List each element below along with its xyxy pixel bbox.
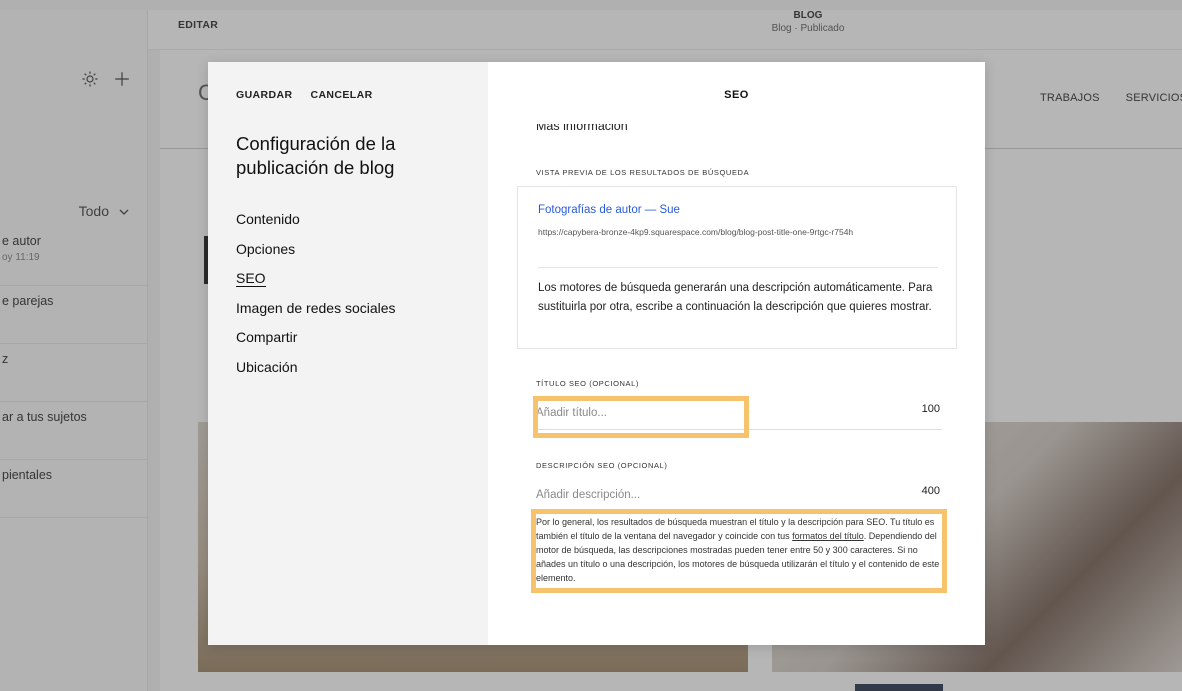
cancel-button[interactable]: CANCELAR	[310, 89, 372, 101]
title-formats-link[interactable]: formatos del título	[792, 531, 864, 541]
preview-label: VISTA PREVIA DE LOS RESULTADOS DE BÚSQUE…	[536, 168, 750, 177]
seo-description-label: DESCRIPCIÓN SEO (OPCIONAL)	[536, 461, 668, 470]
panel-title: SEO	[724, 89, 749, 101]
nav-item-imagen-redes-sociales[interactable]: Imagen de redes sociales	[236, 298, 396, 328]
seo-description-input[interactable]	[536, 489, 942, 501]
preview-description: Los motores de búsqueda generarán una de…	[538, 282, 933, 313]
modal-actions: GUARDAR CANCELAR	[236, 89, 373, 101]
seo-title-input[interactable]	[536, 407, 942, 419]
preview-url: https://capybera-bronze-4kp9.squarespace…	[538, 227, 854, 237]
seo-help-text: Por lo general, los resultados de búsque…	[536, 515, 946, 583]
nav-item-contenido[interactable]: Contenido	[236, 209, 396, 239]
char-counter: 100	[921, 403, 940, 415]
nav-item-label: SEO	[236, 270, 266, 287]
nav-item-label: Contenido	[236, 211, 300, 227]
modal-heading: Configuración de la publicación de blog	[236, 133, 396, 178]
nav-item-label: Opciones	[236, 240, 296, 257]
divider	[536, 429, 942, 430]
seo-title-field: 100	[536, 403, 942, 421]
more-info-link[interactable]: Más información	[536, 124, 628, 132]
nav-item-label: Ubicación	[236, 358, 298, 375]
search-preview-card: Fotografías de autor — Sue https://capyb…	[517, 186, 957, 349]
seo-panel: SEO Más información VISTA PREVIA DE LOS …	[488, 62, 985, 645]
char-counter: 400	[921, 485, 940, 497]
nav-item-label: Compartir	[236, 329, 298, 345]
post-settings-modal: GUARDAR CANCELAR Configuración de la pub…	[208, 62, 985, 645]
preview-title: Fotografías de autor — Sue	[538, 204, 680, 216]
nav-item-seo[interactable]: SEO	[236, 268, 396, 298]
settings-sidebar: GUARDAR CANCELAR Configuración de la pub…	[208, 62, 488, 645]
seo-title-label: TÍTULO SEO (OPCIONAL)	[536, 379, 640, 388]
nav-item-opciones[interactable]: Opciones	[236, 239, 396, 269]
divider	[538, 267, 938, 268]
nav-item-compartir[interactable]: Compartir	[236, 327, 396, 357]
nav-item-label: Imagen de redes sociales	[236, 299, 396, 316]
nav-item-ubicacion[interactable]: Ubicación	[236, 357, 396, 387]
save-button[interactable]: GUARDAR	[236, 89, 292, 101]
settings-nav: Contenido Opciones SEO Imagen de redes s…	[236, 209, 396, 386]
seo-description-field: 400	[536, 485, 942, 503]
